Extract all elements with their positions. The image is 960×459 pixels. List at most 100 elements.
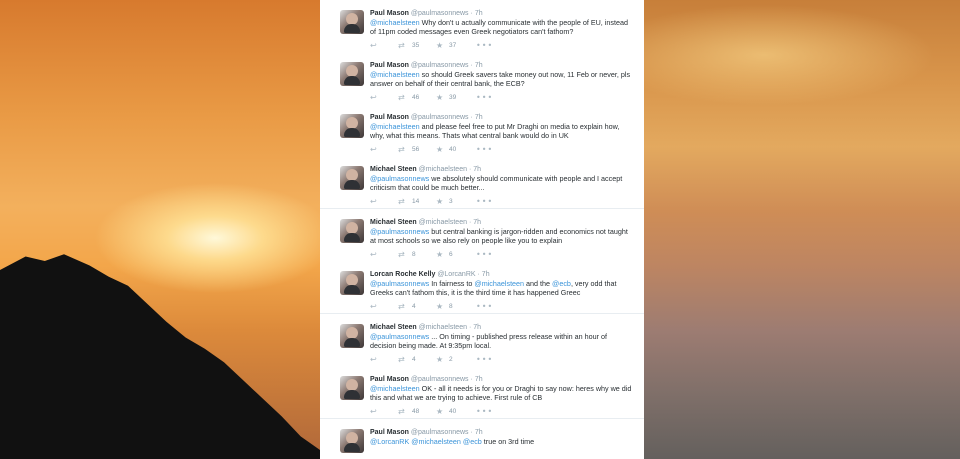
retweet-icon[interactable]: ⇄ — [398, 407, 405, 417]
author-name[interactable]: Michael Steen — [370, 219, 417, 226]
tweet-actions: ↩ ⇄ 8 ★ 6 ••• — [369, 250, 519, 260]
author-name[interactable]: Michael Steen — [370, 324, 417, 331]
retweet-icon[interactable]: ⇄ — [398, 145, 405, 155]
treeline-silhouette — [0, 254, 320, 459]
tweet-card[interactable]: Paul Mason @paulmasonnews · 7h @michaels… — [320, 366, 644, 419]
tweet-card[interactable]: Lorcan Roche Kelly @LorcanRK · 7h @paulm… — [320, 261, 644, 314]
mention-link[interactable]: @michaelsteen — [474, 279, 524, 288]
timestamp[interactable]: 7h — [475, 376, 483, 383]
tweet-card[interactable]: Michael Steen @michaelsteen · 7h @paulma… — [320, 314, 644, 367]
more-icon[interactable]: ••• — [476, 250, 493, 260]
avatar[interactable] — [340, 114, 364, 138]
star-icon[interactable]: ★ — [436, 145, 443, 155]
star-icon[interactable]: ★ — [436, 407, 443, 417]
avatar[interactable] — [340, 166, 364, 190]
reply-icon[interactable]: ↩ — [370, 93, 377, 103]
author-name[interactable]: Paul Mason — [370, 429, 409, 436]
more-icon[interactable]: ••• — [476, 302, 493, 312]
mention-link[interactable]: @paulmasonnews — [370, 279, 429, 288]
author-handle[interactable]: @LorcanRK — [437, 271, 475, 278]
retweet-icon[interactable]: ⇄ — [398, 355, 405, 365]
retweet-icon[interactable]: ⇄ — [398, 197, 405, 207]
reply-icon[interactable]: ↩ — [370, 250, 377, 260]
author-handle[interactable]: @paulmasonnews — [411, 10, 469, 17]
author-name[interactable]: Paul Mason — [370, 114, 409, 121]
reply-icon[interactable]: ↩ — [370, 407, 377, 417]
avatar[interactable] — [340, 219, 364, 243]
more-icon[interactable]: ••• — [476, 355, 493, 365]
reply-icon[interactable]: ↩ — [370, 197, 377, 207]
reply-icon[interactable]: ↩ — [370, 302, 377, 312]
author-handle[interactable]: @michaelsteen — [419, 219, 467, 226]
star-icon[interactable]: ★ — [436, 250, 443, 260]
mention-link[interactable]: @michaelsteen — [370, 70, 420, 79]
mention-link[interactable]: @michaelsteen — [411, 437, 461, 446]
more-icon[interactable]: ••• — [476, 407, 493, 417]
tweet-body: In fairness to — [429, 279, 475, 288]
tweet-text: @paulmasonnews we absolutely should comm… — [370, 174, 632, 192]
more-icon[interactable]: ••• — [476, 93, 493, 103]
tweet-timeline[interactable]: Paul Mason @paulmasonnews · 7h @michaels… — [320, 0, 644, 459]
mention-link[interactable]: @ecb — [463, 437, 482, 446]
avatar[interactable] — [340, 429, 364, 453]
star-icon[interactable]: ★ — [436, 93, 443, 103]
avatar[interactable] — [340, 10, 364, 34]
mention-link[interactable]: @ecb — [552, 279, 571, 288]
author-name[interactable]: Lorcan Roche Kelly — [370, 271, 435, 278]
author-handle[interactable]: @paulmasonnews — [411, 376, 469, 383]
author-handle[interactable]: @paulmasonnews — [411, 62, 469, 69]
reply-icon[interactable]: ↩ — [370, 41, 377, 51]
retweet-icon[interactable]: ⇄ — [398, 250, 405, 260]
retweet-count: 4 — [412, 303, 416, 310]
timestamp[interactable]: 7h — [473, 219, 481, 226]
mention-link[interactable]: @michaelsteen — [370, 122, 420, 131]
tweet-card[interactable]: Paul Mason @paulmasonnews · 7h @LorcanRK… — [320, 419, 644, 459]
star-icon[interactable]: ★ — [436, 355, 443, 365]
author-handle[interactable]: @michaelsteen — [419, 166, 467, 173]
more-icon[interactable]: ••• — [476, 197, 493, 207]
more-icon[interactable]: ••• — [476, 41, 493, 51]
mention-link[interactable]: @paulmasonnews — [370, 174, 429, 183]
avatar[interactable] — [340, 62, 364, 86]
author-name[interactable]: Paul Mason — [370, 10, 409, 17]
tweet-card[interactable]: Paul Mason @paulmasonnews · 7h @michaels… — [320, 0, 644, 53]
reply-icon[interactable]: ↩ — [370, 145, 377, 155]
tweet-card[interactable]: Michael Steen @michaelsteen · 7h @paulma… — [320, 209, 644, 262]
author-name[interactable]: Paul Mason — [370, 376, 409, 383]
reply-icon[interactable]: ↩ — [370, 355, 377, 365]
author-handle[interactable]: @michaelsteen — [419, 324, 467, 331]
timestamp[interactable]: 7h — [475, 62, 483, 69]
separator-dot: · — [470, 429, 473, 436]
tweet-card[interactable]: Paul Mason @paulmasonnews · 7h @michaels… — [320, 52, 644, 105]
mention-link[interactable]: @paulmasonnews — [370, 227, 429, 236]
mention-link[interactable]: @michaelsteen — [370, 384, 420, 393]
star-icon[interactable]: ★ — [436, 41, 443, 51]
timestamp[interactable]: 7h — [475, 10, 483, 17]
avatar[interactable] — [340, 271, 364, 295]
timestamp[interactable]: 7h — [473, 324, 481, 331]
mention-link[interactable]: @LorcanRK — [370, 437, 409, 446]
timestamp[interactable]: 7h — [475, 114, 483, 121]
author-handle[interactable]: @paulmasonnews — [411, 114, 469, 121]
star-icon[interactable]: ★ — [436, 302, 443, 312]
mention-link[interactable]: @michaelsteen — [370, 18, 420, 27]
timestamp[interactable]: 7h — [475, 429, 483, 436]
mention-link[interactable]: @paulmasonnews — [370, 332, 429, 341]
background-sunset-right — [644, 0, 960, 459]
timestamp[interactable]: 7h — [482, 271, 490, 278]
timestamp[interactable]: 7h — [473, 166, 481, 173]
avatar[interactable] — [340, 376, 364, 400]
avatar[interactable] — [340, 324, 364, 348]
retweet-icon[interactable]: ⇄ — [398, 41, 405, 51]
tweet-card[interactable]: Paul Mason @paulmasonnews · 7h @michaels… — [320, 104, 644, 157]
favorite-count: 2 — [449, 356, 453, 363]
more-icon[interactable]: ••• — [476, 145, 493, 155]
tweet-card[interactable]: Michael Steen @michaelsteen · 7h @paulma… — [320, 156, 644, 209]
retweet-icon[interactable]: ⇄ — [398, 93, 405, 103]
author-handle[interactable]: @paulmasonnews — [411, 429, 469, 436]
author-name[interactable]: Michael Steen — [370, 166, 417, 173]
favorite-count: 3 — [449, 198, 453, 205]
star-icon[interactable]: ★ — [436, 197, 443, 207]
author-name[interactable]: Paul Mason — [370, 62, 409, 69]
retweet-icon[interactable]: ⇄ — [398, 302, 405, 312]
